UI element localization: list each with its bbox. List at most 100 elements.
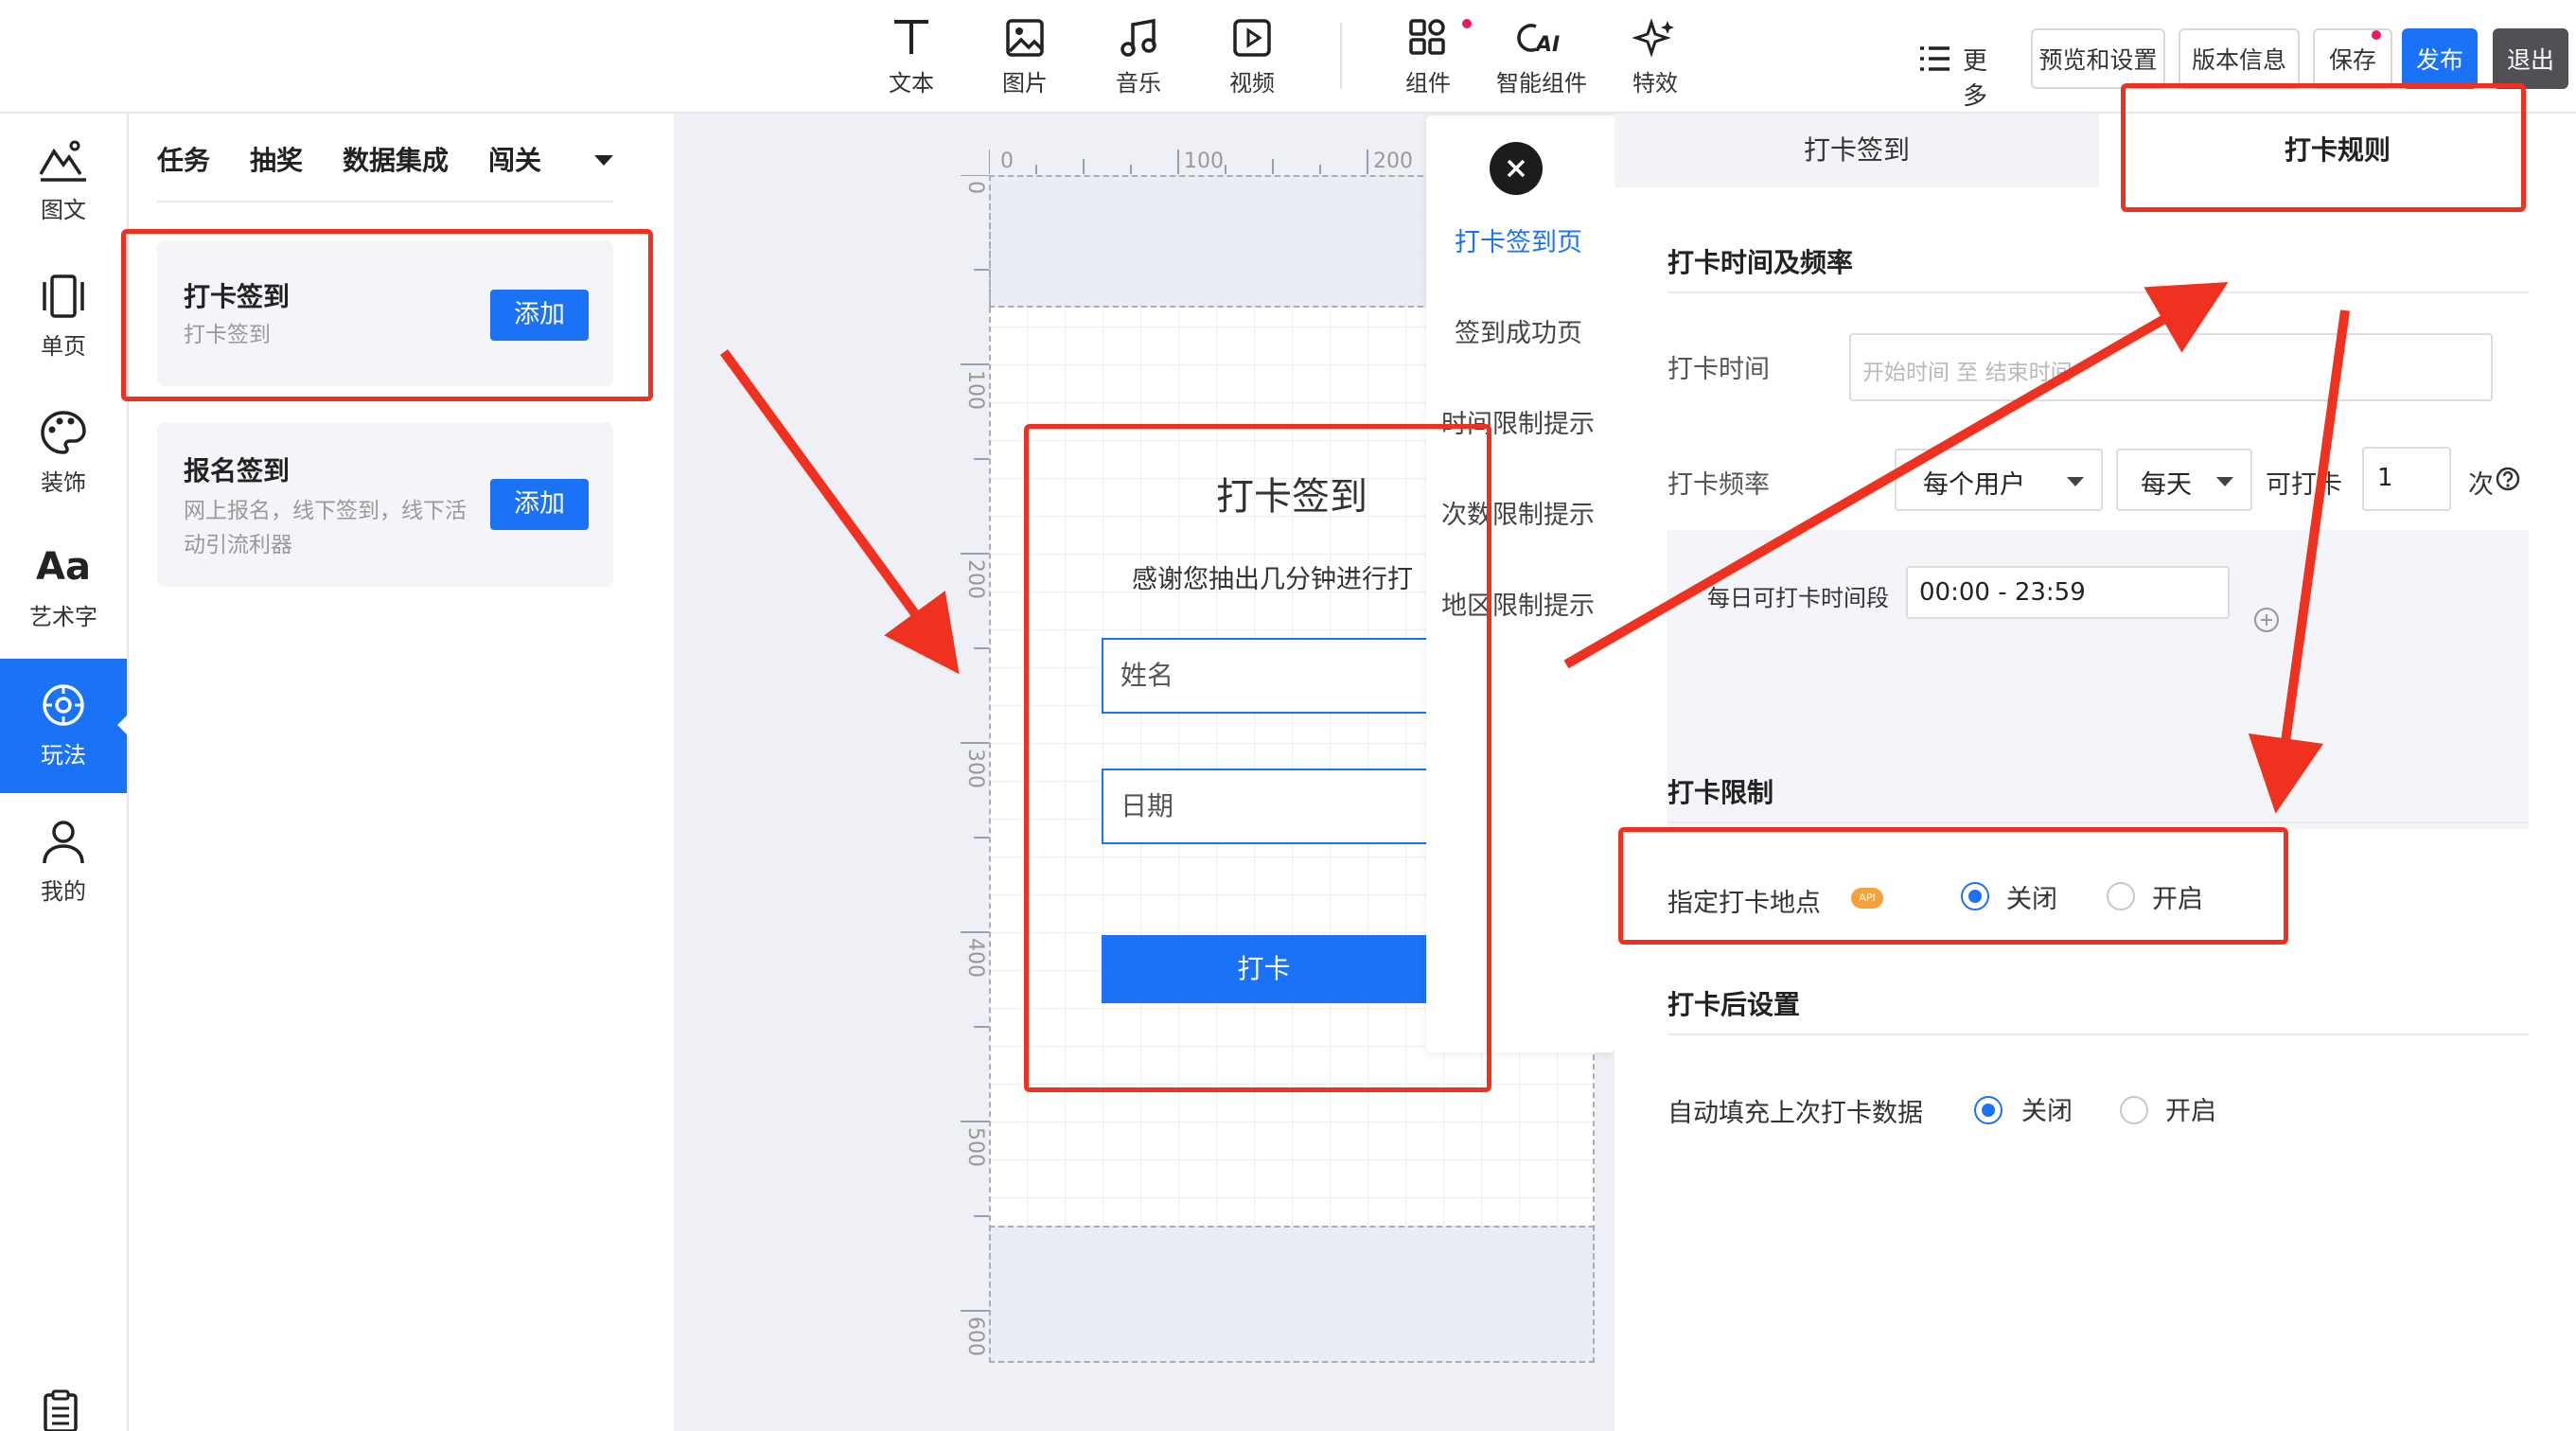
effects-tool[interactable]: 特效 [1603,17,1707,102]
rail-item-image-text[interactable]: 图文 [0,114,127,248]
location-label: 指定打卡地点 [1667,889,1821,918]
preview-settings-button[interactable]: 预览和设置 [2031,28,2165,89]
frequency-period-select[interactable]: 每天 [2116,449,2252,511]
add-signup-button[interactable]: 添加 [490,479,589,530]
location-on-label[interactable]: 开启 [2152,878,2203,915]
section-divider [1667,292,2529,293]
section-checkin-limit: 打卡限制 [1667,777,1774,808]
lib-tab-divider [157,201,613,203]
name-field[interactable]: 姓名 [1102,638,1428,714]
publish-button[interactable]: 发布 [2402,28,2478,89]
location-on-radio[interactable] [2107,882,2135,910]
lib-tab-task[interactable]: 任务 [157,140,210,178]
api-badge: API [1851,888,1883,909]
ai-components-tool-label: 智能组件 [1496,70,1587,97]
ruler-v-label: 500 [963,1127,987,1167]
tab-checkin-rules[interactable]: 打卡规则 [2099,114,2576,187]
add-checkin-button[interactable]: 添加 [490,290,589,341]
components-notify-dot [1462,19,1472,28]
ruler-v-label: 200 [963,559,987,599]
checkin-count-input[interactable]: 1 [2362,447,2451,511]
gameplay-library-panel: 任务 抽奖 数据集成 闯关 打卡签到 打卡签到 添加 报名签到 网上报名，线下签… [129,114,672,1431]
rail-label: 装饰 [41,469,86,496]
text-tool-label: 文本 [889,70,934,97]
music-tool[interactable]: 音乐 [1086,17,1191,102]
card-checkin: 打卡签到 打卡签到 添加 [157,240,613,386]
chevron-down-icon [2067,477,2084,486]
image-tool[interactable]: 图片 [973,17,1077,102]
form-title[interactable]: 打卡签到 [1103,466,1481,521]
lib-tab-challenge[interactable]: 闯关 [488,140,541,178]
daily-slot-label: 每日可打卡时间段 [1707,585,1889,611]
rail-label: 玩法 [41,742,86,768]
checkin-time-placeholder: 开始时间 至 结束时间 [1862,361,2073,385]
music-tool-label: 音乐 [1116,70,1161,97]
frequency-period-value: 每天 [2141,470,2192,500]
date-field[interactable]: 日期 [1102,768,1428,844]
close-popup-button[interactable] [1490,142,1543,195]
music-icon [1120,18,1156,57]
rail-item-single-page[interactable]: 单页 [0,250,127,384]
version-info-button[interactable]: 版本信息 [2179,28,2300,89]
location-off-label[interactable]: 关闭 [2006,878,2057,915]
effects-tool-label: 特效 [1632,70,1678,97]
ruler-v-label: 0 [963,181,987,194]
user-icon [43,821,84,864]
autofill-on-radio[interactable] [2120,1096,2148,1124]
checkin-frequency-label: 打卡频率 [1667,470,1770,500]
autofill-on-label[interactable]: 开启 [2165,1090,2216,1127]
add-slot-icon[interactable] [2252,606,2281,634]
form-subtitle[interactable]: 感谢您抽出几分钟进行打 [1132,558,1413,595]
autofill-off-radio[interactable] [1974,1096,2003,1124]
image-icon [1006,19,1044,57]
lib-tabs-dropdown[interactable] [594,155,613,166]
page-item-count-limit[interactable]: 次数限制提示 [1441,494,1631,531]
autofill-label: 自动填充上次打卡数据 [1667,1099,1923,1128]
checkin-count-value: 1 [2377,464,2393,492]
lib-tab-lottery[interactable]: 抽奖 [250,140,303,178]
section-divider [1667,822,2529,823]
section-time-frequency: 打卡时间及频率 [1667,247,1854,278]
top-toolbar: 文本 图片 音乐 视频 组件 AI 智能组件 特效 更多 预览和设置 版本信息 … [0,0,2576,114]
ai-components-tool[interactable]: AI 智能组件 [1490,17,1594,102]
rail-label: 我的 [41,878,86,905]
lib-tab-data-integration[interactable]: 数据集成 [343,140,449,178]
image-text-icon [39,140,86,182]
frequency-user-select[interactable]: 每个用户 [1895,449,2103,511]
video-tool-label: 视频 [1229,70,1275,97]
exit-button[interactable]: 退出 [2493,28,2568,89]
text-icon [894,20,928,54]
checkin-submit-button[interactable]: 打卡 [1102,935,1426,1003]
ruler-h-label: 100 [1184,150,1224,173]
save-button[interactable]: 保存 [2313,28,2392,89]
rail-item-decoration[interactable]: 装饰 [0,386,127,521]
card-title: 报名签到 [184,455,291,486]
ruler-h-label: 0 [1000,150,1014,173]
components-tool[interactable]: 组件 [1376,17,1480,102]
checkin-time-range-input[interactable]: 开始时间 至 结束时间 [1849,333,2493,401]
daily-slot-value: 00:00 - 23:59 [1919,578,2086,607]
tab-checkin[interactable]: 打卡签到 [1614,114,2099,187]
ruler-v-label: 600 [963,1316,987,1356]
card-desc: 网上报名，线下签到，线下活动引流利器 [184,499,467,557]
daily-slot-input[interactable]: 00:00 - 23:59 [1906,566,2230,619]
autofill-off-label[interactable]: 关闭 [2021,1090,2073,1127]
help-icon[interactable] [2495,466,2521,492]
video-tool[interactable]: 视频 [1200,17,1304,102]
rail-item-mine[interactable]: 我的 [0,795,127,929]
times-unit-label: 次 [2468,470,2494,500]
more-menu-button[interactable]: 更多 [1915,38,2010,111]
clipboard-icon[interactable] [38,1389,83,1431]
single-page-icon [43,274,84,318]
chevron-down-icon [2216,477,2233,486]
card-signup: 报名签到 网上报名，线下签到，线下活动引流利器 添加 [157,422,613,587]
location-off-radio[interactable] [1961,882,1989,910]
page-item-time-limit[interactable]: 时间限制提示 [1441,403,1631,440]
page-item-region-limit[interactable]: 地区限制提示 [1441,585,1631,622]
more-label: 更多 [1963,47,1988,111]
text-tool[interactable]: 文本 [859,17,963,102]
components-icon [1409,19,1445,55]
rail-item-gameplay[interactable]: 玩法 [0,659,127,793]
rail-item-art-text[interactable]: Aa 艺术字 [0,522,127,657]
ruler-h-label: 200 [1373,150,1413,173]
